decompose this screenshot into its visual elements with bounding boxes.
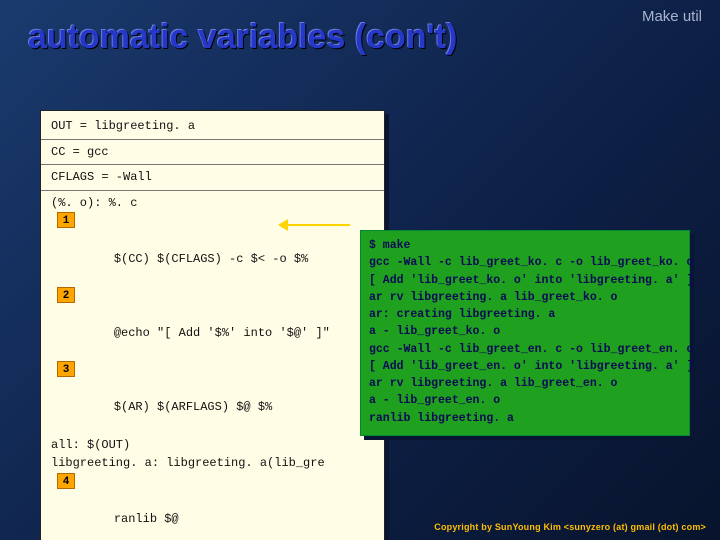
code-text: @echo "[ Add '$%' into '$@' ]" (114, 326, 330, 340)
code-text: ranlib $@ (114, 512, 179, 526)
divider (41, 139, 384, 140)
step-badge-4: 4 (57, 473, 75, 489)
term-line: ranlib libgreeting. a (369, 410, 681, 427)
code-text: $(CC) $(CFLAGS) -c $< -o $% (114, 252, 308, 266)
term-line: [ Add 'lib_greet_ko. o' into 'libgreetin… (369, 272, 681, 289)
step-badge-1: 1 (57, 212, 75, 228)
term-line: gcc -Wall -c lib_greet_ko. c -o lib_gree… (369, 254, 681, 271)
header-label: Make util (642, 8, 702, 25)
term-line: a - lib_greet_ko. o (369, 323, 681, 340)
code-line: libgreeting. a: libgreeting. a(lib_gre (51, 454, 374, 473)
code-line: all: $(OUT) (51, 436, 374, 455)
term-line: ar rv libgreeting. a lib_greet_en. o (369, 375, 681, 392)
term-line: $ make (369, 237, 681, 254)
code-line: 4 ranlib $@ (51, 473, 374, 540)
term-line: ar rv libgreeting. a lib_greet_ko. o (369, 289, 681, 306)
code-line: (%. o): %. c (51, 194, 374, 213)
divider (41, 164, 384, 165)
arrow-icon (280, 224, 350, 226)
code-text: $(AR) $(ARFLAGS) $@ $% (114, 400, 272, 414)
term-line: ar: creating libgreeting. a (369, 306, 681, 323)
code-line: CFLAGS = -Wall (51, 168, 374, 187)
term-line: a - lib_greet_en. o (369, 392, 681, 409)
step-badge-2: 2 (57, 287, 75, 303)
code-line: 2 @echo "[ Add '$%' into '$@' ]" (51, 287, 374, 361)
terminal-output-box: $ make gcc -Wall -c lib_greet_ko. c -o l… (360, 230, 690, 436)
code-line: CC = gcc (51, 143, 374, 162)
divider (41, 190, 384, 191)
step-badge-3: 3 (57, 361, 75, 377)
code-line: OUT = libgreeting. a (51, 117, 374, 136)
copyright-footer: Copyright by SunYoung Kim <sunyzero (at)… (434, 522, 706, 532)
slide-title: automatic variables (con't) (28, 18, 457, 57)
makefile-code-box: OUT = libgreeting. a CC = gcc CFLAGS = -… (40, 110, 385, 540)
term-line: gcc -Wall -c lib_greet_en. c -o lib_gree… (369, 341, 681, 358)
code-line: 3 $(AR) $(ARFLAGS) $@ $% (51, 361, 374, 435)
term-line: [ Add 'lib_greet_en. o' into 'libgreetin… (369, 358, 681, 375)
